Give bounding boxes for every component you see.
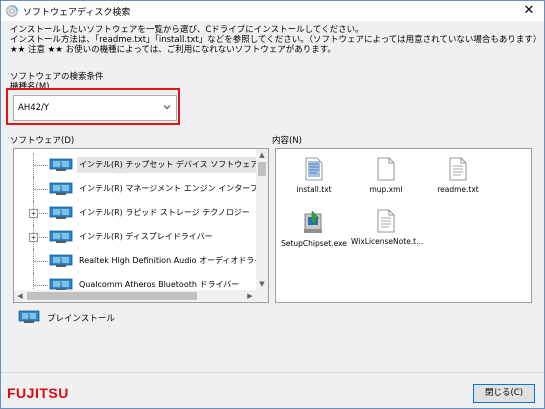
document-icon [377, 157, 395, 181]
preinstall-label: プレインストール [47, 314, 115, 324]
text-file-icon [305, 157, 323, 181]
tree-connector [34, 261, 48, 262]
tree-item-label: Realtek High Definition Audio オーディオドライバー [79, 256, 269, 265]
scroll-left-button[interactable]: ◀ [14, 290, 26, 302]
tree-item-label: インテル(R) マネージメント エンジン インターフェイス [79, 184, 269, 193]
file-setupchipset-exe[interactable]: SetupChipset.exe [279, 209, 349, 248]
title-bar[interactable]: ソフトウェアディスク検索 ✕ [1, 1, 544, 21]
tree-connector [34, 189, 48, 190]
svg-text:1: 1 [59, 162, 63, 169]
contents-label: 内容(N) [272, 136, 302, 146]
software-tree[interactable]: 1 インテル(R) チップセット デバイス ソフトウェア 1 インテル(R) マネージ… [13, 148, 269, 303]
text-file-icon [449, 157, 467, 181]
svg-text:1: 1 [59, 282, 63, 289]
vertical-scrollbar[interactable]: ▲ ▼ [256, 149, 268, 290]
file-install-txt[interactable]: install.txt [279, 157, 349, 194]
software-label: ソフトウェア(D) [10, 136, 75, 146]
installer-icon [304, 210, 322, 233]
model-select[interactable]: AH42/Y [13, 95, 177, 121]
scroll-up-button[interactable]: ▲ [256, 149, 268, 161]
horizontal-scroll-thumb[interactable] [27, 292, 197, 300]
text-file-icon [377, 209, 395, 233]
svg-text:1: 1 [27, 314, 31, 321]
tree-expand-icon[interactable]: + [29, 209, 38, 218]
tree-item-label: インテル(R) ディスプレイドライバー [79, 232, 213, 241]
preinstall-package-icon: 1 [49, 254, 73, 267]
preinstall-package-icon: 1 [49, 158, 73, 171]
tree-item[interactable]: 1 インテル(R) チップセット デバイス ソフトウェア [14, 153, 261, 177]
main-window: ソフトウェアディスク検索 ✕ インストールしたいソフトウェアを一覧から選び、Cド… [0, 0, 545, 409]
close-button[interactable]: 閉じる(C) [473, 384, 535, 403]
scrollbar-corner [256, 290, 268, 302]
tree-item[interactable]: +1 インテル(R) ラピッド ストレージ テクノロジー [14, 201, 256, 225]
preinstall-package-icon: 1 [49, 230, 73, 243]
scroll-down-button[interactable]: ▼ [256, 278, 268, 290]
fujitsu-logo: FUJITSU [7, 385, 69, 401]
disc-app-icon [6, 5, 18, 17]
svg-text:1: 1 [59, 258, 63, 265]
tree-connector [34, 165, 48, 166]
contents-pane[interactable]: install.txt mup.xml readme.txt SetupChip… [275, 148, 532, 303]
file-name: WixLicenseNote.t... [351, 237, 424, 246]
file-wixlicensenote[interactable]: WixLicenseNote.t... [351, 209, 424, 246]
tree-expand-icon[interactable]: + [29, 233, 38, 242]
instruction-line-1: インストールしたいソフトウェアを一覧から選び、Cドライブにインストールしてくださ… [10, 25, 364, 35]
file-name: install.txt [296, 185, 332, 194]
window-title: ソフトウェアディスク検索 [23, 8, 131, 18]
instruction-warning: ★★ 注意 ★★ お使いの機種によっては、ご利用になれないソフトウェアがあります… [10, 45, 336, 55]
preinstall-package-icon: 1 [49, 182, 73, 195]
tree-item-label: インテル(R) ラピッド ストレージ テクノロジー [79, 208, 250, 217]
preinstall-legend-icon: 1 [18, 310, 40, 323]
preinstall-package-icon: 1 [49, 206, 73, 219]
model-select-value: AH42/Y [18, 103, 50, 113]
scroll-right-button[interactable]: ▶ [244, 290, 256, 302]
svg-text:1: 1 [59, 186, 63, 193]
chevron-down-icon [163, 105, 171, 110]
close-window-button[interactable]: ✕ [514, 1, 544, 21]
vertical-scroll-thumb[interactable] [258, 162, 266, 176]
tree-item[interactable]: +1 インテル(R) ディスプレイドライバー [14, 225, 256, 249]
horizontal-scrollbar[interactable]: ◀ ▶ [14, 290, 256, 302]
svg-text:1: 1 [59, 234, 63, 241]
file-readme-txt[interactable]: readme.txt [423, 157, 493, 194]
footer-divider [1, 372, 544, 373]
file-name: readme.txt [437, 185, 479, 194]
file-name: SetupChipset.exe [281, 239, 347, 248]
svg-text:1: 1 [59, 210, 63, 217]
tree-item-label: インテル(R) チップセット デバイス ソフトウェア [77, 157, 261, 173]
tree-item[interactable]: 1 Realtek High Definition Audio オーディオドライバ… [14, 249, 268, 273]
instruction-line-2: インストール方法は、「readme.txt」「install.txt」などを参照… [10, 35, 542, 45]
tree-connector [34, 285, 48, 286]
file-mup-xml[interactable]: mup.xml [351, 157, 421, 194]
file-name: mup.xml [369, 185, 403, 194]
tree-item[interactable]: 1 インテル(R) マネージメント エンジン インターフェイス [14, 177, 268, 201]
software-tree-list: 1 インテル(R) チップセット デバイス ソフトウェア 1 インテル(R) マネージ… [14, 149, 268, 297]
